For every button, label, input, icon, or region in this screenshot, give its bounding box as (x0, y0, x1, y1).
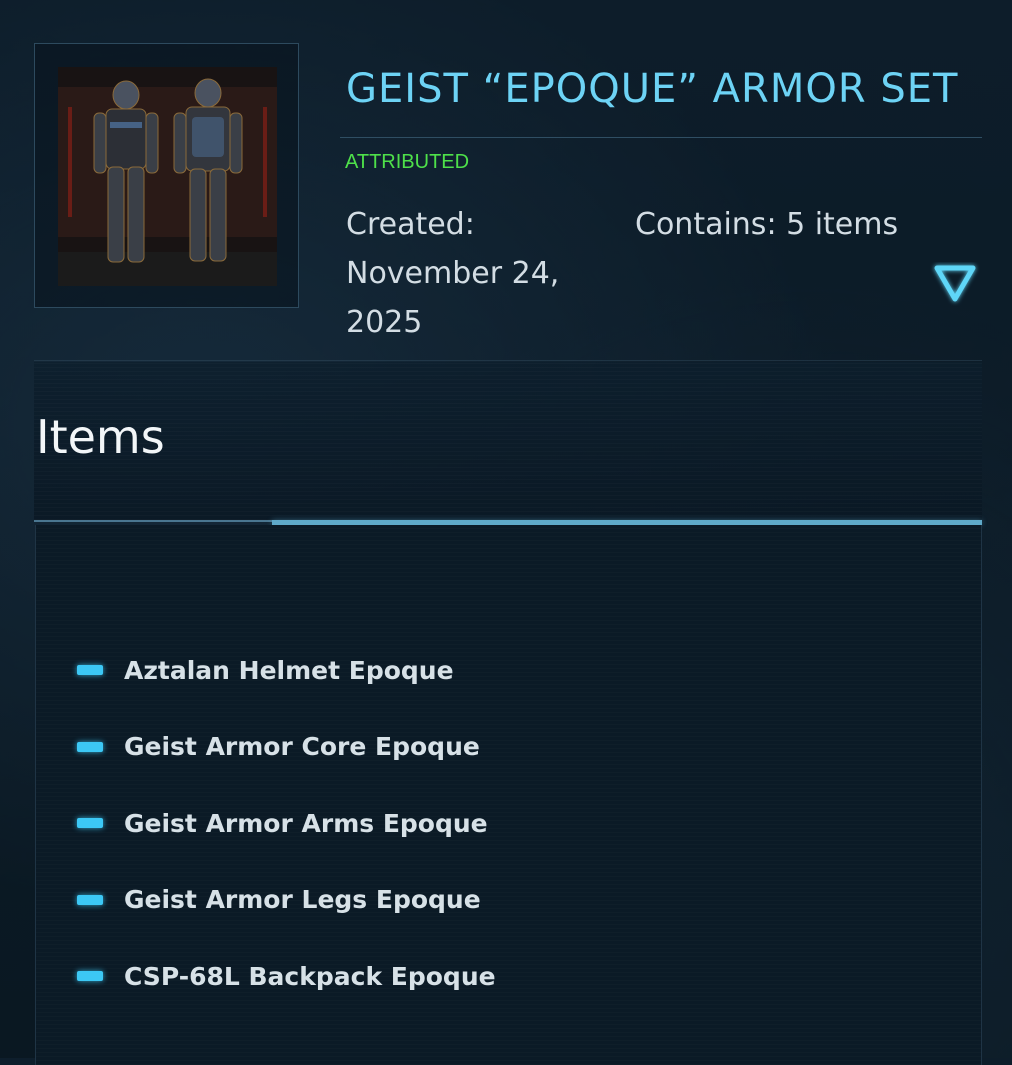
product-thumbnail-frame[interactable] (34, 43, 299, 308)
dash-bullet-icon (77, 665, 103, 675)
product-title: GEIST “EPOQUE” ARMOR SET (346, 66, 959, 112)
list-item: CSP-68L Backpack Epoque (77, 954, 496, 998)
list-item: Geist Armor Arms Epoque (77, 801, 496, 845)
title-divider (340, 137, 982, 138)
triangle-down-icon (934, 265, 976, 302)
list-item: Geist Armor Legs Epoque (77, 878, 496, 922)
created-date: November 24, 2025 (346, 256, 560, 340)
item-label: Geist Armor Core Epoque (124, 732, 480, 762)
item-list: Aztalan Helmet Epoque Geist Armor Core E… (77, 648, 496, 1031)
tab-underline-inactive (34, 520, 272, 522)
created-label: Created: (346, 207, 475, 242)
list-item: Aztalan Helmet Epoque (77, 648, 496, 692)
item-label: CSP-68L Backpack Epoque (124, 961, 496, 991)
dash-bullet-icon (77, 818, 103, 829)
contains-count: Contains: 5 items (635, 207, 899, 242)
attributed-badge: ATTRIBUTED (345, 151, 470, 173)
expand-toggle-button[interactable] (930, 262, 980, 306)
product-image (58, 67, 277, 286)
dash-bullet-icon (77, 741, 103, 752)
dash-bullet-icon (77, 894, 103, 905)
header-divider (34, 360, 982, 361)
items-heading: Items (36, 410, 165, 464)
item-label: Geist Armor Legs Epoque (124, 885, 481, 915)
created-info: Created: November 24, 2025 (346, 200, 606, 347)
dash-bullet-icon (77, 971, 103, 982)
armor-figures-illustration (58, 67, 277, 286)
items-section-header (34, 362, 982, 520)
item-label: Geist Armor Arms Epoque (124, 808, 488, 838)
item-label: Aztalan Helmet Epoque (124, 655, 454, 685)
list-item: Geist Armor Core Epoque (77, 725, 496, 769)
